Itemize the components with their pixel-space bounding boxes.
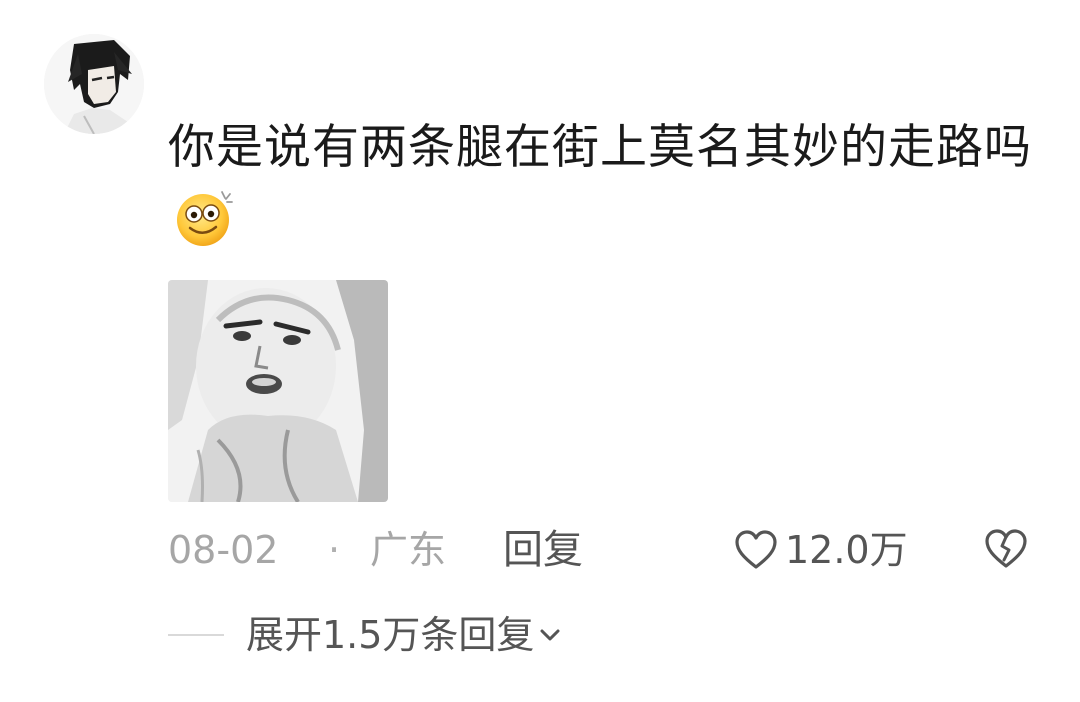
comment-location: 广东 <box>370 528 447 572</box>
expand-replies-label: 展开1.5万条回复 <box>246 613 535 657</box>
like-count: 12.0万 <box>785 528 908 572</box>
like-button[interactable]: 12.0万 <box>733 522 908 578</box>
broken-heart-icon[interactable] <box>983 526 1029 572</box>
comment-text: 你是说有两条腿在街上莫名其妙的走路吗 <box>168 112 1048 257</box>
expand-replies-button[interactable]: 展开1.5万条回复 <box>246 606 564 664</box>
expand-divider <box>168 634 224 636</box>
meme-face-sticker <box>168 280 388 502</box>
heart-outline-icon <box>735 530 777 569</box>
anime-avatar-image <box>44 34 144 134</box>
dizzy-smile-emoji-icon <box>177 191 233 246</box>
chevron-down-icon <box>540 629 560 641</box>
comment-body: 你是说有两条腿在街上莫名其妙的走路吗 <box>168 120 1032 175</box>
meme-sticker-image[interactable] <box>168 280 388 502</box>
avatar[interactable] <box>44 34 144 134</box>
reply-button[interactable]: 回复 <box>503 522 583 578</box>
comment-card: 你是说有两条腿在街上莫名其妙的走路吗 08-02 · 广东 回复 12.0万 展… <box>0 0 1080 702</box>
meta-separator: · <box>328 528 341 572</box>
comment-date: 08-02 <box>168 528 279 572</box>
